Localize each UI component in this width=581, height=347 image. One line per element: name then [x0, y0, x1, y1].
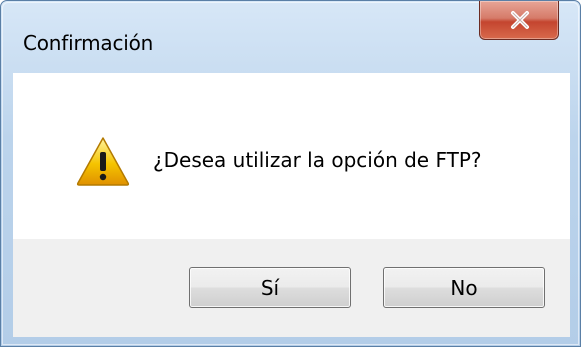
- warning-icon: [76, 137, 130, 186]
- title-bar[interactable]: Confirmación: [1, 1, 580, 73]
- dialog-message: ¿Desea utilizar la opción de FTP?: [153, 148, 482, 172]
- dialog-button-bar: Sí No: [13, 239, 570, 337]
- no-button[interactable]: No: [383, 267, 545, 308]
- close-button[interactable]: [479, 1, 559, 40]
- close-icon: [511, 11, 529, 29]
- yes-button[interactable]: Sí: [189, 267, 351, 308]
- window-title: Confirmación: [23, 31, 154, 55]
- dialog-window: Confirmación ¿Desea utilizar la opción d…: [0, 0, 581, 347]
- dialog-content: ¿Desea utilizar la opción de FTP?: [13, 73, 570, 239]
